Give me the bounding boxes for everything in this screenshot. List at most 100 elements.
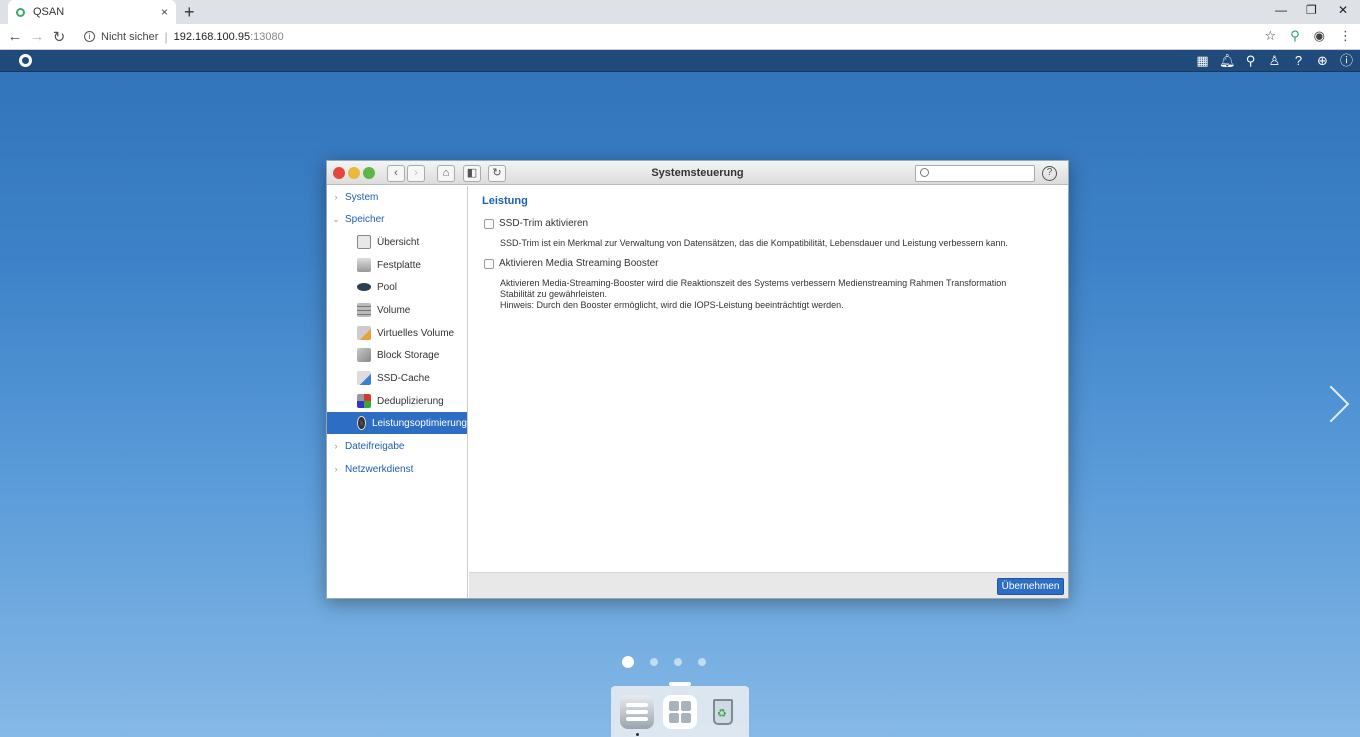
control-panel-window: ‹ › ⌂ ◧ ↻ Systemsteuerung ? › System ⌄ S… xyxy=(326,160,1069,599)
bookmark-star-icon[interactable]: ☆ xyxy=(1264,28,1276,44)
ssd-trim-checkbox[interactable] xyxy=(484,218,494,229)
volume-icon xyxy=(357,303,371,317)
notification-bell-icon[interactable]: 🔔︎ xyxy=(1219,52,1236,69)
sidebar-group-file-sharing[interactable]: › Dateifreigabe xyxy=(327,435,467,457)
ssd-trim-description: SSD-Trim ist ein Merkmal zur Verwaltung … xyxy=(500,238,1008,248)
app-top-bar: ▦ 🔔︎ ⚲ ♙ ? ⊕ ⓘ xyxy=(0,50,1360,72)
sidebar-item-virtual-volume[interactable]: Virtuelles Volume xyxy=(327,322,467,344)
sidebar-group-network-service[interactable]: › Netzwerkdienst xyxy=(327,458,467,480)
ssd-trim-label[interactable]: SSD-Trim aktivieren xyxy=(499,218,588,229)
desktop-pagination xyxy=(622,656,706,668)
settings-content: Leistung SSD-Trim aktivieren SSD-Trim is… xyxy=(469,186,1068,573)
info-circle-icon[interactable]: ⓘ xyxy=(1339,52,1354,69)
window-restore-button[interactable]: ❐ xyxy=(1306,3,1317,17)
sidebar-group-label: Speicher xyxy=(345,213,385,225)
sidebar-item-label: Block Storage xyxy=(377,349,440,361)
apps-grid-icon[interactable]: ▦ xyxy=(1195,52,1210,69)
sidebar-item-pool[interactable]: Pool xyxy=(327,276,467,298)
qsan-logo-icon[interactable] xyxy=(19,54,32,67)
chevron-down-icon: ⌄ xyxy=(332,213,340,224)
media-streaming-option[interactable]: Aktivieren Media Streaming Booster xyxy=(484,258,659,269)
next-page-arrow-icon[interactable] xyxy=(1318,385,1344,425)
sidebar-item-label: Festplatte xyxy=(377,259,421,271)
tab-title: QSAN xyxy=(33,6,65,18)
block-storage-icon xyxy=(357,348,371,362)
dedup-icon xyxy=(357,394,371,408)
sidebar-group-storage[interactable]: ⌄ Speicher xyxy=(327,208,467,230)
chevron-right-icon: › xyxy=(334,441,338,451)
sidebar-item-ssd-cache[interactable]: SSD-Cache xyxy=(327,367,467,389)
recycle-bin-icon[interactable]: ♻ xyxy=(706,695,740,729)
reload-icon[interactable]: ↻ xyxy=(48,28,70,46)
browser-toolbar-right: ☆ ⚲ ◉ ⋮ xyxy=(1264,28,1352,44)
chevron-right-icon: › xyxy=(334,192,338,202)
disk-icon xyxy=(357,258,371,272)
pool-icon xyxy=(357,283,371,291)
sidebar-item-label: Pool xyxy=(377,281,398,293)
window-search[interactable] xyxy=(915,165,1035,182)
url-host[interactable]: 192.168.100.95 xyxy=(174,31,250,43)
sidebar-item-label: Virtuelles Volume xyxy=(377,327,455,339)
app-top-icons: ▦ 🔔︎ ⚲ ♙ ? ⊕ ⓘ xyxy=(1195,52,1354,69)
help-button[interactable]: ? xyxy=(1042,166,1057,181)
sidebar-item-volume[interactable]: Volume xyxy=(327,299,467,321)
browser-tab-bar: QSAN × + — ❐ ✕ xyxy=(0,0,1360,24)
url-port[interactable]: :13080 xyxy=(250,31,284,43)
profile-icon[interactable]: ◉ xyxy=(1314,28,1325,44)
sidebar-item-dedup[interactable]: Deduplizierung xyxy=(327,390,467,412)
address-bar: ← → ↻ i Nicht sicher | 192.168.100.95 :1… xyxy=(0,24,1360,50)
dock-handle[interactable] xyxy=(669,682,691,686)
search-icon[interactable]: ⚲ xyxy=(1243,52,1258,69)
media-streaming-label[interactable]: Aktivieren Media Streaming Booster xyxy=(499,258,659,269)
browser-tab[interactable]: QSAN × xyxy=(8,0,176,24)
sidebar-group-label: Netzwerkdienst xyxy=(345,463,414,475)
forward-icon[interactable]: → xyxy=(26,28,48,45)
tab-close-icon[interactable]: × xyxy=(161,5,168,19)
url-separator: | xyxy=(164,29,168,44)
overview-icon xyxy=(357,235,371,249)
sidebar-item-disk[interactable]: Festplatte xyxy=(327,254,467,276)
help-icon[interactable]: ? xyxy=(1291,52,1306,69)
search-icon xyxy=(920,168,929,177)
performance-icon xyxy=(357,416,366,430)
info-icon[interactable]: i xyxy=(84,31,95,42)
search-input[interactable] xyxy=(934,167,1032,180)
ssd-cache-icon xyxy=(357,371,371,385)
app-center-icon[interactable] xyxy=(663,695,697,729)
dock: ♻ xyxy=(611,682,749,737)
control-panel-icon[interactable] xyxy=(620,695,654,729)
user-icon[interactable]: ♙ xyxy=(1267,52,1282,69)
security-label: Nicht sicher xyxy=(101,30,159,43)
apply-button[interactable]: Übernehmen xyxy=(997,578,1064,595)
sidebar-item-block-storage[interactable]: Block Storage xyxy=(327,344,467,366)
back-icon[interactable]: ← xyxy=(4,28,26,45)
new-tab-button[interactable]: + xyxy=(184,2,195,23)
sidebar-item-label: Volume xyxy=(377,304,411,316)
sidebar-item-label: Deduplizierung xyxy=(377,395,444,407)
extension-icon[interactable]: ⚲ xyxy=(1290,28,1300,44)
window-minimize-button[interactable]: — xyxy=(1275,3,1287,17)
media-streaming-note: Hinweis: Durch den Booster ermöglicht, w… xyxy=(500,300,844,310)
sidebar-item-label: Übersicht xyxy=(377,236,420,248)
menu-icon[interactable]: ⋮ xyxy=(1339,28,1352,44)
sidebar-item-overview[interactable]: Übersicht xyxy=(327,231,467,253)
favicon-icon xyxy=(16,7,25,17)
virtual-volume-icon xyxy=(357,326,371,340)
sidebar-item-performance[interactable]: Leistungsoptimierung xyxy=(327,412,467,434)
window-close-button[interactable]: ✕ xyxy=(1338,3,1348,17)
section-title: Leistung xyxy=(482,195,528,207)
sidebar-group-system[interactable]: › System xyxy=(327,186,467,208)
window-titlebar[interactable]: ‹ › ⌂ ◧ ↻ Systemsteuerung ? xyxy=(327,161,1068,185)
sidebar: › System ⌄ Speicher Übersicht Festplatte… xyxy=(327,186,468,598)
media-streaming-checkbox[interactable] xyxy=(484,258,494,269)
sidebar-item-label: Leistungsoptimierung xyxy=(371,417,467,429)
sidebar-group-label: Dateifreigabe xyxy=(345,440,405,452)
page-dot-2[interactable] xyxy=(650,658,658,666)
language-globe-icon[interactable]: ⊕ xyxy=(1315,52,1330,69)
page-dot-1[interactable] xyxy=(622,656,634,668)
page-dot-3[interactable] xyxy=(674,658,682,666)
ssd-trim-option[interactable]: SSD-Trim aktivieren xyxy=(484,218,588,229)
sidebar-item-label: SSD-Cache xyxy=(377,372,430,384)
chevron-right-icon: › xyxy=(334,464,338,474)
page-dot-4[interactable] xyxy=(698,658,706,666)
